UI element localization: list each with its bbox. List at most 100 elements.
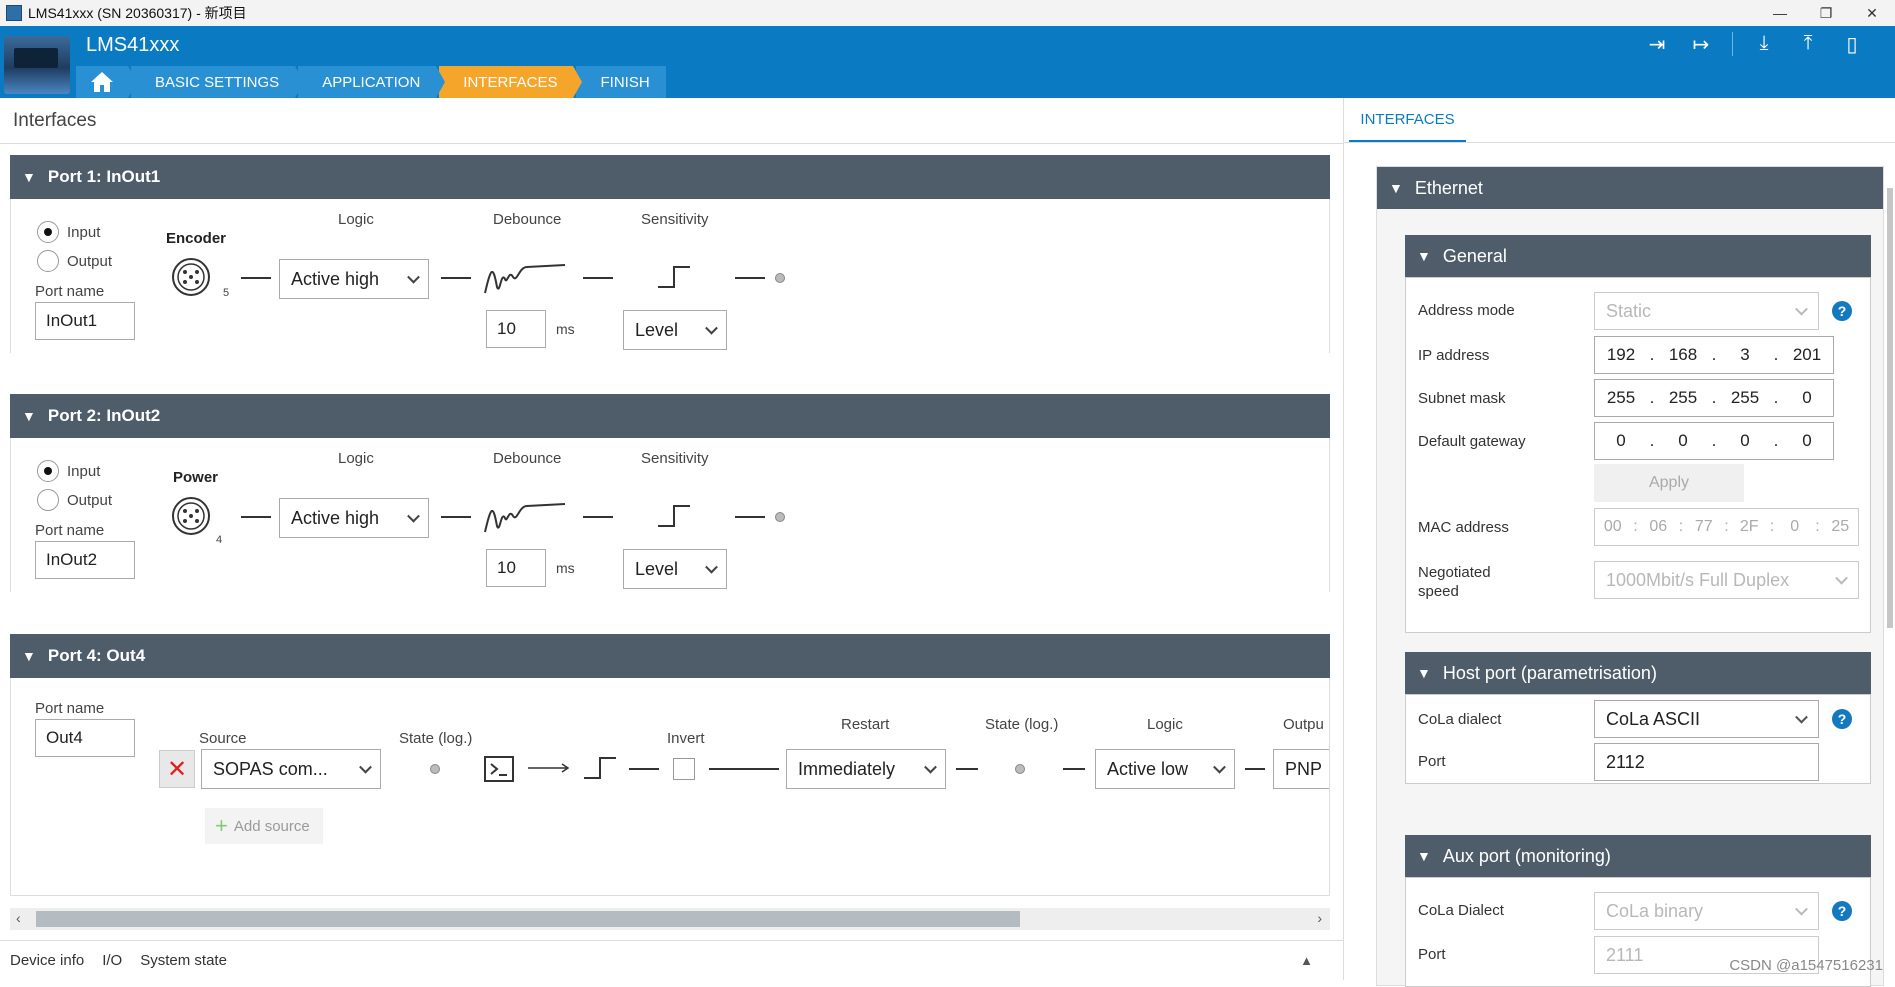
nav-finish[interactable]: FINISH <box>576 66 666 98</box>
input-radio[interactable]: Input <box>37 221 100 243</box>
expand-up-icon[interactable]: ▲ <box>1300 953 1313 968</box>
help-icon[interactable]: ? <box>1832 709 1852 729</box>
state-indicator <box>1015 764 1025 774</box>
port-2-header[interactable]: ▼ Port 2: InOut2 <box>10 394 1330 438</box>
help-icon[interactable]: ? <box>1832 901 1852 921</box>
output-radio[interactable]: Output <box>37 250 112 272</box>
status-bar: Device info I/O System state ▲ <box>0 940 1343 980</box>
gateway-octet[interactable]: 0 <box>1595 431 1647 451</box>
mac-byte: 25 <box>1831 518 1850 535</box>
nav-basic-settings[interactable]: BASIC SETTINGS <box>131 66 305 98</box>
close-button[interactable]: ✕ <box>1849 0 1895 26</box>
negotiated-speed-select: 1000Mbit/s Full Duplex <box>1594 561 1859 599</box>
host-port-header[interactable]: ▼ Host port (parametrisation) <box>1405 652 1871 694</box>
source-select[interactable]: SOPAS com... <box>201 749 381 789</box>
aux-port-header[interactable]: ▼ Aux port (monitoring) <box>1405 835 1871 877</box>
home-icon <box>91 72 113 92</box>
subnet-octet[interactable]: 0 <box>1781 388 1833 408</box>
subnet-mask-input[interactable]: 255. 255. 255. 0 <box>1594 379 1834 417</box>
tab-interfaces[interactable]: INTERFACES <box>1349 98 1466 143</box>
scrollbar-thumb[interactable] <box>36 911 1020 927</box>
device-info-tab[interactable]: Device info <box>10 952 84 969</box>
output-select[interactable]: PNP <box>1273 749 1329 789</box>
invert-checkbox[interactable] <box>673 758 695 780</box>
ip-octet[interactable]: 201 <box>1781 345 1833 365</box>
radio-selected[interactable] <box>37 460 59 482</box>
debounce-input[interactable]: 10 <box>486 549 546 587</box>
default-gateway-input[interactable]: 0. 0. 0. 0 <box>1594 422 1834 460</box>
add-source-button[interactable]: + Add source <box>205 808 323 844</box>
mac-byte: 00 <box>1603 518 1622 535</box>
apply-button[interactable]: Apply <box>1594 464 1744 502</box>
host-port-value: 2112 <box>1606 751 1645 772</box>
host-port-input[interactable]: 2112 <box>1594 743 1819 781</box>
scroll-left-icon[interactable]: ‹ <box>16 910 21 926</box>
add-source-label: Add source <box>233 817 310 835</box>
subnet-mask-label: Subnet mask <box>1418 390 1506 407</box>
radio-selected[interactable] <box>37 221 59 243</box>
restart-select[interactable]: Immediately <box>786 749 946 789</box>
radio-unselected[interactable] <box>37 489 59 511</box>
ip-octet[interactable]: 3 <box>1719 345 1771 365</box>
horizontal-scrollbar[interactable]: ‹ › <box>10 908 1330 930</box>
ip-address-input[interactable]: 192. 168. 3. 201 <box>1594 336 1834 374</box>
port-name-input[interactable]: Out4 <box>35 719 135 757</box>
input-radio[interactable]: Input <box>37 460 100 482</box>
system-state-tab[interactable]: System state <box>140 952 227 969</box>
debounce-wave-icon <box>484 264 566 294</box>
divider <box>0 143 1343 144</box>
chevron-down-icon <box>407 270 420 284</box>
aux-port-title: Aux port (monitoring) <box>1442 845 1611 866</box>
window-title: LMS41xxx (SN 20360317) - 新项目 <box>28 5 247 21</box>
ip-octet[interactable]: 192 <box>1595 345 1647 365</box>
debounce-input[interactable]: 10 <box>486 310 546 348</box>
port-4-section: ▼ Port 4: Out4 Port name Out4 ✕ Source S… <box>10 634 1330 896</box>
home-button[interactable] <box>76 66 137 98</box>
port-4-header[interactable]: ▼ Port 4: Out4 <box>10 634 1330 678</box>
ethernet-header[interactable]: ▼ Ethernet <box>1377 167 1883 209</box>
login-icon[interactable]: ⇥ <box>1644 32 1670 57</box>
port-name-input[interactable]: InOut2 <box>35 541 135 579</box>
general-header[interactable]: ▼ General <box>1405 235 1871 277</box>
port-name-input[interactable]: InOut1 <box>35 302 135 340</box>
port-name-label: Port name <box>35 522 105 539</box>
upload-icon[interactable]: ⤒ <box>1795 32 1821 57</box>
vertical-scrollbar[interactable] <box>1885 178 1895 738</box>
help-icon[interactable]: ? <box>1832 301 1852 321</box>
subnet-octet[interactable]: 255 <box>1719 388 1771 408</box>
sensitivity-label: Sensitivity <box>641 450 709 467</box>
scroll-right-icon[interactable]: › <box>1317 910 1322 926</box>
chevron-down-icon <box>407 509 420 523</box>
aux-cola-dialect-select[interactable]: CoLa binary <box>1594 892 1819 930</box>
io-tab[interactable]: I/O <box>102 952 122 969</box>
nav-interfaces[interactable]: INTERFACES <box>439 66 583 98</box>
subnet-octet[interactable]: 255 <box>1657 388 1709 408</box>
minimize-button[interactable]: — <box>1757 0 1803 26</box>
gateway-octet[interactable]: 0 <box>1719 431 1771 451</box>
logic-select[interactable]: Active high <box>279 259 429 299</box>
output-radio[interactable]: Output <box>37 489 112 511</box>
scrollbar-thumb[interactable] <box>1887 188 1893 628</box>
collapse-icon: ▼ <box>22 408 36 424</box>
sensitivity-select[interactable]: Level <box>623 310 727 350</box>
gateway-octet[interactable]: 0 <box>1781 431 1833 451</box>
ip-octet[interactable]: 168 <box>1657 345 1709 365</box>
address-mode-select[interactable]: Static <box>1594 292 1819 330</box>
logout-icon[interactable]: ↦ <box>1688 32 1714 57</box>
radio-unselected[interactable] <box>37 250 59 272</box>
logic-select[interactable]: Active low <box>1095 749 1235 789</box>
subnet-octet[interactable]: 255 <box>1595 388 1647 408</box>
connector-line <box>441 516 471 518</box>
gateway-octet[interactable]: 0 <box>1657 431 1709 451</box>
nav-application[interactable]: APPLICATION <box>298 66 446 98</box>
connector-line <box>241 516 271 518</box>
sensitivity-select[interactable]: Level <box>623 549 727 589</box>
app-icon <box>6 5 22 21</box>
download-icon[interactable]: ⤓ <box>1751 32 1777 57</box>
device-icon[interactable]: ▯ <box>1839 32 1865 57</box>
delete-source-button[interactable]: ✕ <box>159 750 195 788</box>
port-1-header[interactable]: ▼ Port 1: InOut1 <box>10 155 1330 199</box>
cola-dialect-select[interactable]: CoLa ASCII <box>1594 700 1819 738</box>
restore-button[interactable]: ❐ <box>1803 0 1849 26</box>
logic-select[interactable]: Active high <box>279 498 429 538</box>
